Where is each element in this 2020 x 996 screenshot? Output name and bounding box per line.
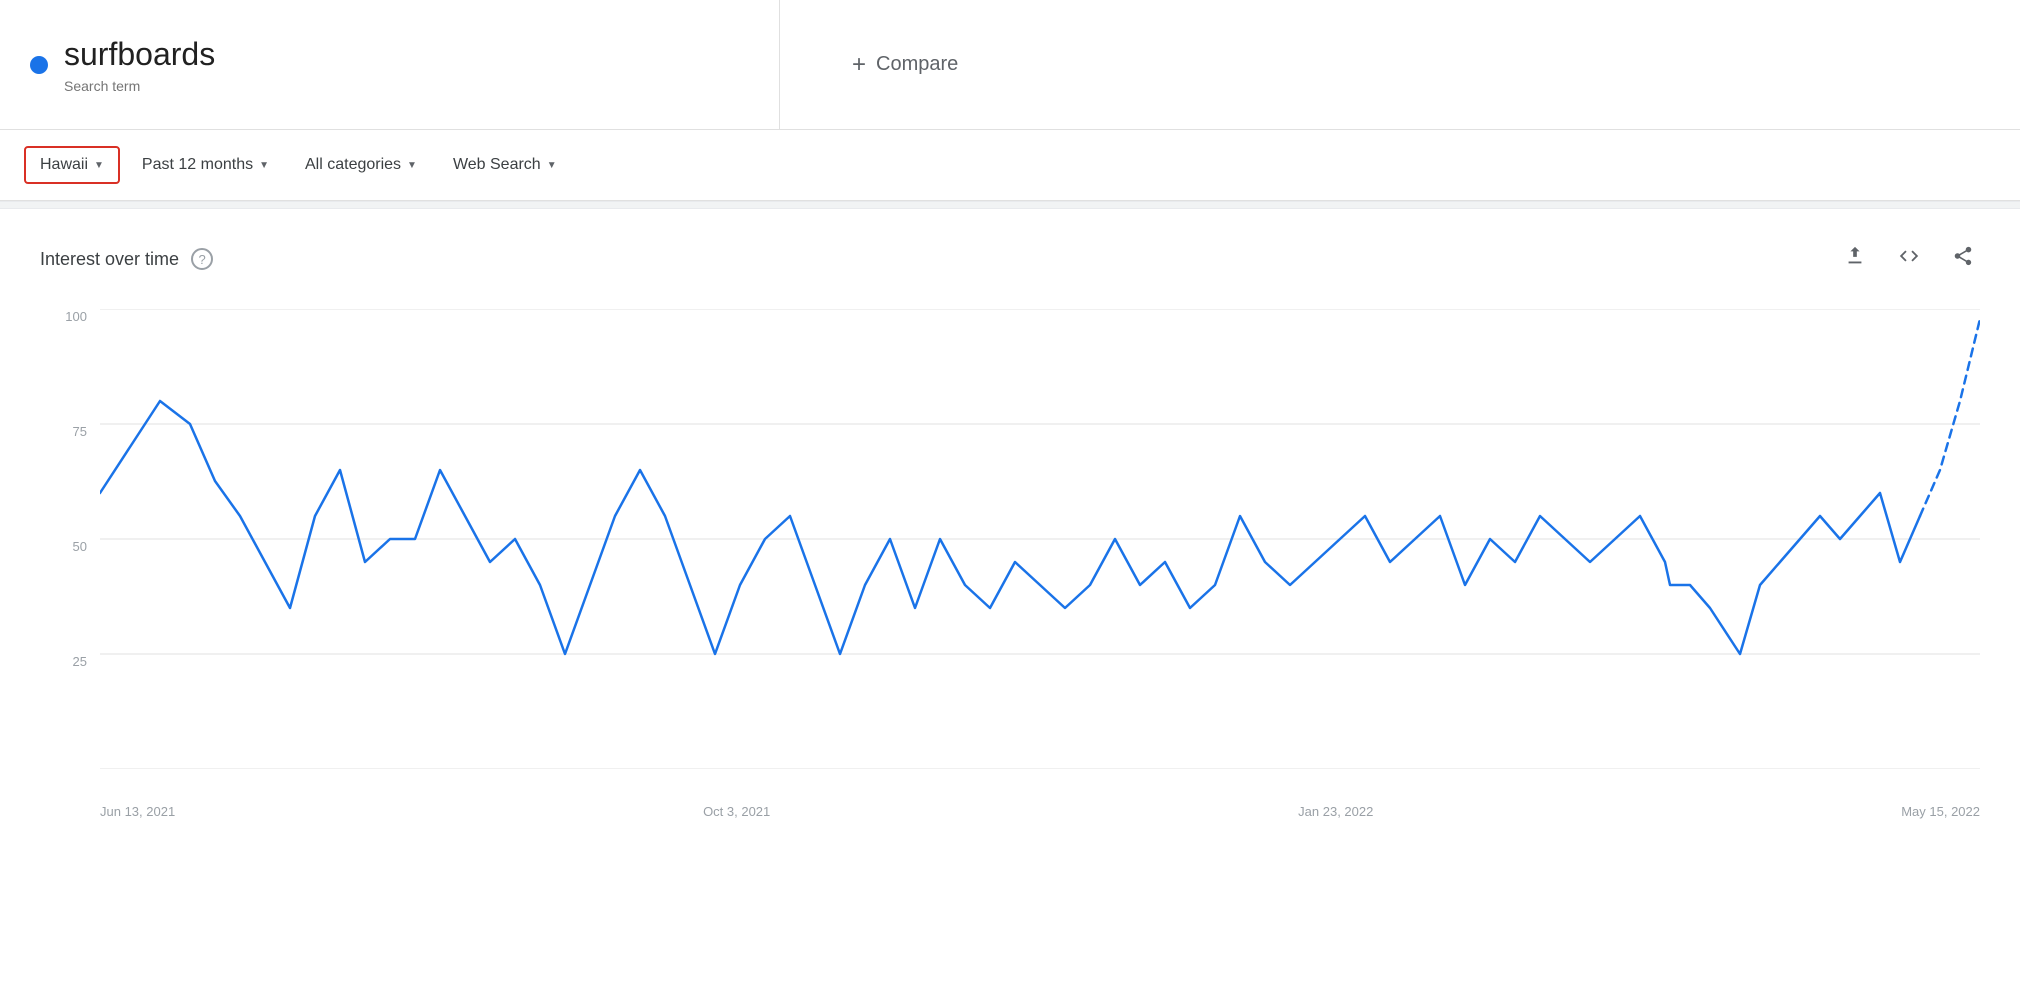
time-label: Past 12 months xyxy=(142,156,253,174)
category-label: All categories xyxy=(305,156,401,174)
x-label-jun2021: Jun 13, 2021 xyxy=(100,804,175,819)
chart-title: Interest over time xyxy=(40,249,179,270)
share-button[interactable] xyxy=(1946,239,1980,279)
y-label-25: 25 xyxy=(40,654,95,669)
search-type-label: Web Search xyxy=(453,156,541,174)
download-button[interactable] xyxy=(1838,239,1872,279)
separator xyxy=(0,201,2020,209)
x-label-jan2022: Jan 23, 2022 xyxy=(1298,804,1373,819)
compare-label: Compare xyxy=(876,53,958,76)
region-label: Hawaii xyxy=(40,156,88,174)
y-label-100: 100 xyxy=(40,309,95,324)
embed-button[interactable] xyxy=(1892,239,1926,279)
plus-icon: + xyxy=(852,51,866,79)
interest-chart xyxy=(100,309,1980,769)
category-filter[interactable]: All categories ▼ xyxy=(291,148,431,182)
search-term-info: surfboards Search term xyxy=(64,35,215,93)
time-chevron-icon: ▼ xyxy=(259,160,269,171)
category-chevron-icon: ▼ xyxy=(407,160,417,171)
chart-line-dotted xyxy=(1920,319,1980,516)
help-icon-symbol: ? xyxy=(198,252,205,267)
search-term-label: Search term xyxy=(64,78,215,94)
chart-svg-area xyxy=(100,309,1980,769)
compare-button[interactable]: + Compare xyxy=(840,43,970,87)
embed-icon xyxy=(1898,245,1920,267)
x-label-may2022: May 15, 2022 xyxy=(1901,804,1980,819)
y-label-50: 50 xyxy=(40,539,95,554)
chart-header: Interest over time ? xyxy=(40,239,1980,279)
y-label-75: 75 xyxy=(40,424,95,439)
page-header: surfboards Search term + Compare xyxy=(0,0,2020,130)
search-term-title: surfboards xyxy=(64,35,215,73)
chart-section: Interest over time ? xyxy=(0,209,2020,849)
chart-container: 100 75 50 25 Jun 13, xyxy=(40,309,1980,829)
chart-title-group: Interest over time ? xyxy=(40,248,213,270)
share-icon xyxy=(1952,245,1974,267)
search-term-section: surfboards Search term xyxy=(0,0,780,129)
download-icon xyxy=(1844,245,1866,267)
help-icon[interactable]: ? xyxy=(191,248,213,270)
search-type-filter[interactable]: Web Search ▼ xyxy=(439,148,571,182)
y-axis-labels: 100 75 50 25 xyxy=(40,309,95,769)
compare-section: + Compare xyxy=(780,0,2020,129)
chart-line-solid xyxy=(100,401,1920,654)
x-label-oct2021: Oct 3, 2021 xyxy=(703,804,770,819)
search-type-chevron-icon: ▼ xyxy=(547,160,557,171)
chart-actions xyxy=(1838,239,1980,279)
region-filter[interactable]: Hawaii ▼ xyxy=(24,146,120,184)
x-axis-labels: Jun 13, 2021 Oct 3, 2021 Jan 23, 2022 Ma… xyxy=(100,774,1980,829)
filter-bar: Hawaii ▼ Past 12 months ▼ All categories… xyxy=(0,130,2020,201)
search-term-dot xyxy=(30,56,48,74)
time-filter[interactable]: Past 12 months ▼ xyxy=(128,148,283,182)
region-chevron-icon: ▼ xyxy=(94,160,104,171)
